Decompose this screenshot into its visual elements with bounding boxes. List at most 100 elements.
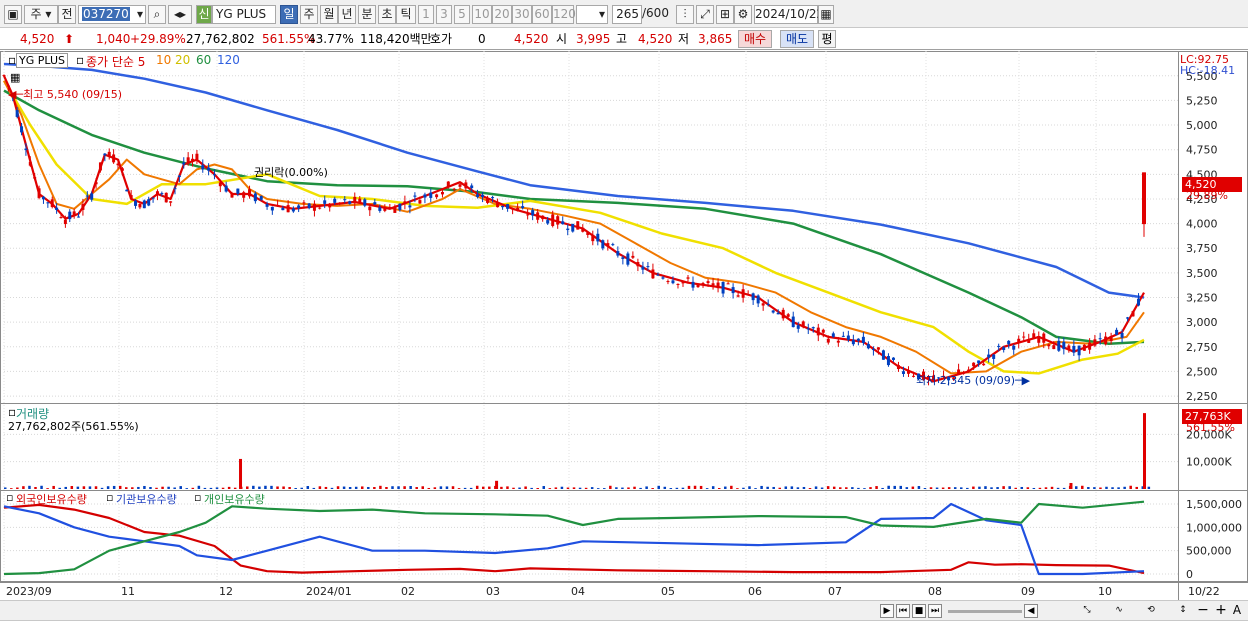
- volume-bar: [1002, 486, 1005, 489]
- interval-10[interactable]: 10: [472, 5, 492, 24]
- candle-body: [1047, 344, 1051, 347]
- month-label: 07: [828, 585, 842, 598]
- candle-icon[interactable]: ⫶: [676, 5, 694, 24]
- gear-icon[interactable]: ⚙: [734, 5, 752, 24]
- pointer-icon[interactable]: ↕: [1176, 604, 1190, 618]
- magnet-icon[interactable]: ⟲: [1144, 604, 1158, 618]
- volume-bar: [863, 488, 866, 489]
- candle-body: [1052, 345, 1056, 350]
- buy-button[interactable]: 매수: [738, 30, 772, 48]
- period-tick[interactable]: 틱: [396, 5, 416, 24]
- candle-body: [59, 217, 63, 219]
- scroll-start-icon[interactable]: ⏮: [896, 604, 910, 618]
- calendar-icon[interactable]: ▦: [818, 5, 834, 24]
- grid-toggle-icon[interactable]: ▦: [10, 71, 20, 84]
- volume-bar: [4, 487, 7, 489]
- volume-bar: [627, 487, 630, 489]
- volume-bar: [482, 486, 485, 489]
- period-month[interactable]: 월: [320, 5, 338, 24]
- candle-body: [248, 189, 252, 197]
- volume-bar: [1117, 487, 1120, 489]
- volume-bar: [233, 487, 237, 489]
- volume-bar: [100, 487, 104, 489]
- interval-input[interactable]: ▾: [576, 5, 608, 24]
- chart-canvas[interactable]: 5,5005,2505,0004,7504,5004,2504,0003,750…: [0, 51, 1248, 600]
- candle-body: [276, 205, 280, 207]
- eval-button[interactable]: 평: [818, 30, 836, 48]
- volume-bar: [52, 485, 55, 489]
- volume-bar: [693, 485, 697, 489]
- draw-tools-icon[interactable]: ⤡: [1080, 604, 1094, 618]
- chart-menu-icon[interactable]: ▣: [4, 5, 22, 24]
- scroll-end-icon[interactable]: ⏭: [928, 604, 942, 618]
- scroll-right-icon[interactable]: ▶: [880, 604, 894, 618]
- type-dropdown[interactable]: 주 ▾: [24, 5, 58, 24]
- candle-body: [616, 251, 620, 256]
- period-minute[interactable]: 분: [358, 5, 376, 24]
- volume-bar: [34, 486, 37, 489]
- interval-20[interactable]: 20: [492, 5, 512, 24]
- candle-body: [977, 360, 981, 364]
- volume-bar: [125, 487, 128, 489]
- candle-body: [363, 199, 367, 206]
- volume-bar: [40, 485, 43, 489]
- candle-body: [103, 153, 107, 156]
- scroll-left-icon[interactable]: ◀: [1024, 604, 1038, 618]
- volume-bar: [584, 487, 588, 489]
- period-day[interactable]: 일: [280, 5, 298, 24]
- candle-body: [711, 283, 715, 286]
- volume-bar: [118, 485, 122, 489]
- search-icon[interactable]: ⌕: [148, 5, 166, 24]
- wave-icon[interactable]: ∿: [1112, 604, 1126, 618]
- interval-60[interactable]: 60: [532, 5, 552, 24]
- volume-bar: [185, 488, 189, 489]
- candle-body: [736, 295, 740, 297]
- candle-body: [496, 203, 500, 208]
- zoom-in-icon[interactable]: +: [1214, 603, 1228, 618]
- volume-bar: [397, 486, 400, 489]
- sell-button[interactable]: 매도: [780, 30, 814, 48]
- candle-body: [676, 283, 680, 286]
- prev-button[interactable]: 전: [58, 5, 76, 24]
- volume-bar: [203, 487, 207, 489]
- zoom-slider[interactable]: [948, 610, 1022, 613]
- interval-1[interactable]: 1: [418, 5, 434, 24]
- interval-30[interactable]: 30: [512, 5, 532, 24]
- candle-body: [378, 207, 382, 211]
- candle-body: [236, 188, 240, 194]
- candle-body: [1022, 336, 1026, 338]
- candle-body: [164, 192, 168, 203]
- date-input[interactable]: 2024/10/22: [754, 5, 824, 24]
- candle-body: [481, 194, 485, 197]
- candle-body: [1115, 329, 1119, 335]
- price-change-pct: +29.89%: [130, 32, 186, 46]
- period-year[interactable]: 년: [338, 5, 356, 24]
- candle-body: [656, 274, 660, 276]
- candle-body: [846, 335, 850, 340]
- speaker-icon[interactable]: ◂▸: [168, 5, 192, 24]
- candle-body: [46, 202, 50, 204]
- volume-bar: [16, 487, 19, 489]
- candle-body: [766, 303, 770, 305]
- chart-area[interactable]: 5,500 5,250 5,000 4,750 4,500 4,250 4,000 3,750…: [0, 51, 1248, 600]
- candle-body: [1131, 311, 1135, 317]
- interval-5[interactable]: 5: [454, 5, 470, 24]
- line-tool-icon[interactable]: ⤢: [696, 5, 714, 24]
- volume-bar: [978, 486, 981, 489]
- candle-body: [781, 309, 785, 319]
- candle-body: [147, 199, 151, 206]
- auto-scale-icon[interactable]: A: [1230, 604, 1244, 618]
- period-week[interactable]: 주: [300, 5, 318, 24]
- code-input[interactable]: 037270 ▾: [78, 5, 146, 24]
- volume-bar: [1129, 485, 1132, 489]
- interval-120[interactable]: 120: [552, 5, 576, 24]
- volume-bar: [518, 487, 521, 489]
- count-input[interactable]: 265: [612, 5, 642, 24]
- period-second[interactable]: 초: [378, 5, 396, 24]
- stop-icon[interactable]: ■: [912, 604, 926, 618]
- candle-body: [871, 349, 875, 351]
- zoom-out-icon[interactable]: −: [1196, 603, 1210, 618]
- volume-bar: [457, 488, 461, 489]
- grid-icon[interactable]: ⊞: [716, 5, 734, 24]
- interval-3[interactable]: 3: [436, 5, 452, 24]
